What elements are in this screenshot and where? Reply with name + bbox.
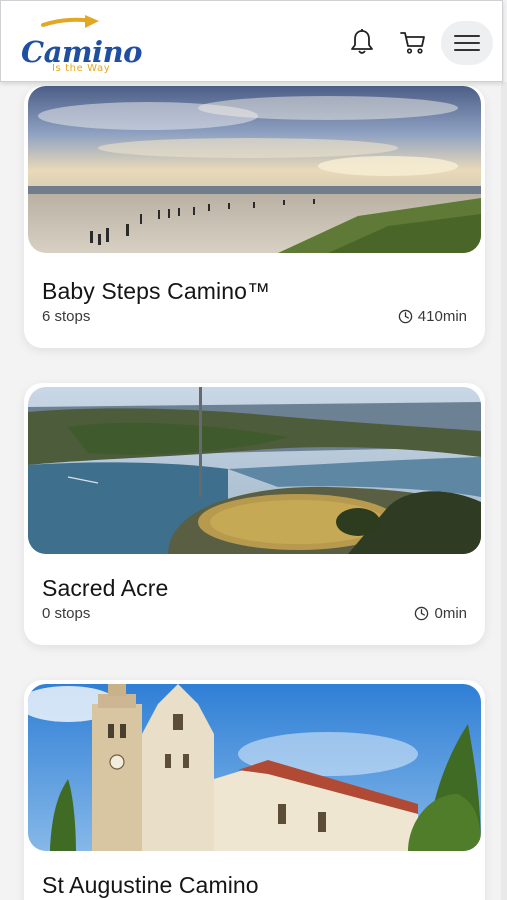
bell-icon[interactable]: [347, 27, 377, 57]
logo-tagline: Is the Way: [52, 63, 111, 74]
clock-icon: [398, 309, 413, 324]
top-header: Camino Is the Way: [0, 0, 503, 82]
duration-label: 0min: [434, 605, 467, 622]
card-title: Sacred Acre: [42, 575, 169, 601]
card-duration: 0min: [414, 605, 467, 622]
card-title: St Augustine Camino: [42, 872, 259, 898]
arrow-logo-icon: [41, 15, 99, 28]
hamburger-menu-icon: [454, 35, 480, 51]
camino-logo[interactable]: Camino Is the Way: [19, 11, 143, 77]
card-duration: 410min: [398, 308, 467, 325]
route-card[interactable]: Sacred Acre 0 stops 0min: [24, 383, 485, 645]
route-card[interactable]: St Augustine Camino: [24, 680, 485, 900]
card-stops: 0 stops: [42, 605, 91, 622]
cathedral-photo: [28, 684, 481, 851]
card-stops: 6 stops: [42, 308, 91, 325]
scrollbar-track[interactable]: [501, 82, 507, 900]
cart-icon[interactable]: [398, 27, 428, 57]
clock-icon: [415, 606, 429, 621]
duration-label: 410min: [417, 308, 467, 325]
app-screen: Camino Is the Way Baby Steps Camino™ 6 s…: [0, 0, 507, 900]
beach-walkers-photo: [28, 86, 481, 253]
card-title: Baby Steps Camino™: [42, 278, 271, 304]
menu-button[interactable]: [441, 21, 493, 65]
route-card[interactable]: Baby Steps Camino™ 6 stops 410min: [24, 86, 485, 348]
aerial-shrine-photo: [28, 387, 481, 554]
